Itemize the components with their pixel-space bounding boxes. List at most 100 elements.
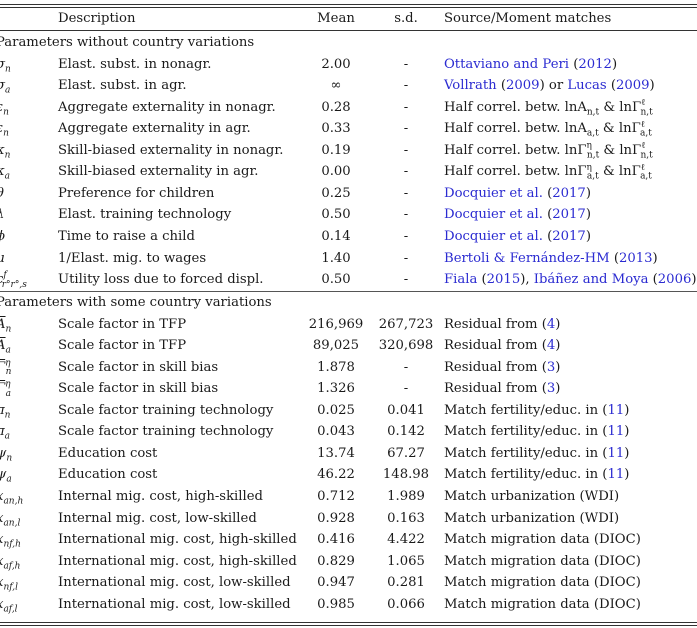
citation-link[interactable]: Docquier et al. [444, 207, 543, 222]
parameter-sd: 0.281 [387, 575, 425, 591]
table-row: An Scale factor in TFP 216,969 267,723 Resid… [0, 314, 697, 335]
header-description: Description [58, 11, 136, 26]
parameter-source: Match migration data (DIOC) [444, 529, 641, 550]
table-row: ψn Education cost 13.74 67.27 Match fertilit… [0, 443, 697, 464]
source-subscript: n,t [586, 150, 600, 161]
parameter-source: Ottaviano and Peri (2012) [444, 54, 617, 75]
citation-link[interactable]: Vollrath [444, 78, 497, 93]
table-row: ϕTime to raise a child 0.14 - Docquier et a… [0, 226, 697, 247]
table-row: εn Aggregate externality in nonagr. 0.28 - H… [0, 97, 697, 118]
table-row: xnf,h International mig. cost, high-skill… [0, 529, 697, 550]
parameter-source: Match migration data (DIOC) [444, 572, 641, 593]
source-text: & lnΓ [599, 99, 642, 115]
table-row: xaf,h International mig. cost, high-skill… [0, 551, 697, 572]
header-source: Source/Moment matches [444, 11, 612, 26]
parameter-sd: - [403, 185, 409, 201]
parameter-symbol: xaf,h [0, 554, 21, 572]
parameter-mean: 46.22 [317, 467, 355, 483]
source-text: ) [652, 250, 658, 266]
citation-link[interactable]: Lucas [567, 78, 606, 93]
source-text: Match urbanization (WDI) [444, 488, 620, 504]
table-row: Aa Scale factor in TFP 89,025 320,698 Residu… [0, 335, 697, 356]
citation-link[interactable]: Ottaviano and Peri [444, 57, 569, 72]
parameter-symbol: εn [0, 121, 9, 139]
citation-link[interactable]: Ibáñez and Moya [534, 272, 649, 287]
parameter-description: Scale factor in skill bias [58, 381, 219, 397]
parameter-mean: 0.416 [317, 532, 355, 548]
citation-link[interactable]: 11 [607, 446, 624, 461]
parameter-symbol: xnf,h [0, 532, 21, 550]
citation-link[interactable]: 2012 [578, 57, 612, 72]
source-subscript: a,t [640, 128, 652, 139]
parameter-description: Elast. training technology [58, 207, 232, 223]
parameter-mean: ∞ [330, 78, 342, 94]
parameter-symbol: πn [0, 403, 11, 421]
parameter-description: Preference for children [58, 185, 215, 201]
table-row: εn Aggregate externality in agr. 0.33 - Half… [0, 118, 697, 139]
parameter-description: Scale factor in skill bias [58, 359, 219, 375]
parameter-sd: - [403, 121, 409, 137]
citation-link[interactable]: 2006 [658, 272, 692, 287]
header-rule [0, 30, 697, 31]
citation-link[interactable]: 2013 [619, 251, 653, 266]
citation-link[interactable]: 11 [607, 403, 624, 418]
citation-link[interactable]: 2017 [552, 186, 586, 201]
source-text: & lnΓ [598, 164, 641, 180]
parameter-sd: - [403, 207, 409, 223]
citation-link[interactable]: 11 [607, 424, 624, 439]
section-title: Parameters with some country variations [0, 295, 272, 310]
source-text: ) [691, 272, 697, 288]
citation-link[interactable]: 2017 [552, 229, 586, 244]
citation-link[interactable]: 2015 [487, 272, 521, 287]
citation-link[interactable]: 2009 [616, 78, 650, 93]
source-text: ( [648, 272, 658, 288]
parameter-source: Docquier et al. (2017) [444, 226, 591, 247]
parameter-mean: 0.19 [321, 142, 351, 158]
parameter-mean: 216,969 [308, 316, 364, 332]
parameter-symbol: θ [0, 183, 56, 204]
parameter-mean: 1.326 [317, 381, 355, 397]
parameter-source: Residual from (4) [444, 335, 560, 356]
parameter-mean: 1.40 [321, 250, 351, 266]
source-text: ) [611, 56, 618, 72]
parameter-mean: 0.00 [321, 164, 351, 180]
source-text: Residual from ( [444, 381, 547, 397]
parameter-sd: - [403, 99, 409, 115]
source-text: Half correl. betw. lnA [444, 121, 587, 137]
table-row: xan,l Internal mig. cost, low-skilled 0.92… [0, 508, 697, 529]
citation-link[interactable]: 11 [607, 467, 624, 482]
parameter-symbol: ϕ [0, 226, 56, 247]
parameter-source: Residual from (3) [444, 378, 560, 399]
parameter-source: Match urbanization (WDI) [444, 508, 619, 529]
source-text: Half correl. betw. lnΓ [444, 164, 587, 180]
source-text: ) [555, 381, 561, 397]
parameter-mean: 2.00 [321, 56, 351, 72]
parameter-mean: 0.25 [321, 185, 351, 201]
source-text: ( [609, 250, 619, 266]
citation-link[interactable]: 2017 [552, 207, 586, 222]
parameter-source: Residual from (3) [444, 357, 560, 378]
citation-link[interactable]: 2009 [506, 78, 540, 93]
source-text: Half correl. betw. lnA [444, 99, 587, 115]
parameter-sd: - [403, 228, 409, 244]
parameter-source: Half correl. betw. lnΓηn,t & lnΓℓn,t [444, 140, 653, 161]
source-text: ( [542, 185, 553, 201]
citation-link[interactable]: Bertoli & Fernández-HM [444, 251, 610, 266]
parameter-mean: 0.33 [321, 121, 351, 137]
parameter-sd: 0.142 [387, 424, 425, 440]
table-row: xnf,l International mig. cost, low-skille… [0, 572, 697, 593]
parameter-description: International mig. cost, low-skilled [58, 575, 291, 591]
table-row: πa Scale factor training technology 0.043 0… [0, 421, 697, 442]
citation-link[interactable]: Docquier et al. [444, 229, 543, 244]
citation-link[interactable]: Docquier et al. [444, 186, 543, 201]
table-row: πn Scale factor training technology 0.025 0… [0, 400, 697, 421]
parameter-symbol: μ [0, 248, 56, 269]
table-row: Γηa Scale factor in skill bias 1.326 - Resid… [0, 378, 697, 399]
table-row: κn Skill-biased externality in nonagr. 0.1… [0, 140, 697, 161]
parameter-source: Half correl. betw. lnΓηa,t & lnΓℓa,t [444, 161, 652, 182]
source-text: Match fertility/educ. in ( [444, 467, 608, 483]
parameter-mean: 0.043 [317, 424, 355, 440]
table-row: ψa Education cost 46.22 148.98 Match fertili… [0, 464, 697, 485]
citation-link[interactable]: Fiala [444, 272, 477, 287]
parameter-symbol: xan,l [0, 511, 21, 529]
